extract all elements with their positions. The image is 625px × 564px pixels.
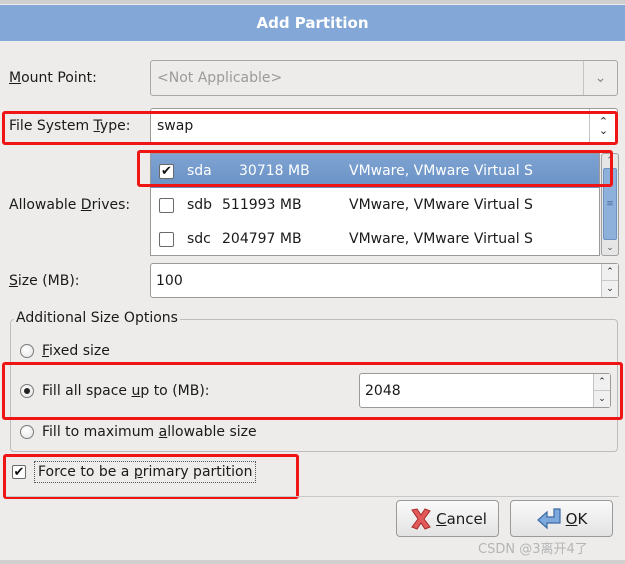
- fill-up-to-spinbox[interactable]: 2048 ⌃ ⌄: [359, 373, 611, 408]
- chevron-down-icon[interactable]: ⌄: [583, 61, 617, 95]
- label-text: ype:: [99, 118, 131, 134]
- label-text: ize (MB):: [17, 273, 80, 289]
- mount-point-combobox[interactable]: <Not Applicable> ⌄: [150, 60, 618, 96]
- dialog-title: Add Partition: [256, 14, 369, 32]
- scroll-down-icon[interactable]: ⌄: [602, 241, 618, 255]
- ok-button[interactable]: OK: [510, 500, 613, 537]
- drive-row[interactable]: sdb 511993 MB VMware, VMware Virtual S: [151, 188, 599, 222]
- drive-row[interactable]: ✔ sda 30718 MB VMware, VMware Virtual S: [151, 154, 599, 188]
- radio-label: Fill all space up to (MB):: [42, 383, 210, 399]
- mount-point-label: Mount Point:: [9, 70, 97, 86]
- size-spinbox[interactable]: 100 ⌃ ⌄: [150, 263, 619, 298]
- size-label: Size (MB):: [9, 273, 80, 289]
- button-separator: [6, 496, 619, 497]
- chevron-down-icon: ⌄: [598, 124, 609, 137]
- updown-chevron-icon[interactable]: ⌃ ⌄: [589, 109, 617, 143]
- mnemonic: F: [42, 343, 50, 359]
- size-value: 100: [156, 272, 183, 289]
- watermark: CSDN @3离开4了: [478, 542, 588, 557]
- increment-icon[interactable]: ⌃: [602, 264, 618, 280]
- increment-icon[interactable]: ⌃: [594, 374, 610, 390]
- label-text: ancel: [446, 509, 487, 528]
- radio-button[interactable]: [20, 425, 34, 439]
- radio-fixed-size[interactable]: Fixed size: [20, 343, 110, 359]
- drive-model: VMware, VMware Virtual S: [349, 163, 533, 179]
- dialog-title-bar: Add Partition: [0, 5, 625, 41]
- drive-model: VMware, VMware Virtual S: [349, 231, 533, 247]
- radio-button[interactable]: [20, 384, 34, 398]
- label-text: rives:: [91, 197, 131, 213]
- cancel-button[interactable]: Cancel: [396, 500, 499, 537]
- allowable-drives-label: Allowable Drives:: [9, 197, 130, 213]
- drive-size: 30718 MB: [239, 163, 310, 179]
- radio-fill-maximum[interactable]: Fill to maximum allowable size: [20, 424, 257, 440]
- mount-point-value: <Not Applicable>: [157, 70, 283, 86]
- mnemonic: M: [9, 70, 22, 86]
- window-top-edge: [0, 0, 625, 4]
- label-text: Allowable: [9, 197, 81, 213]
- label-text: llowable size: [167, 424, 257, 440]
- drive-checkbox[interactable]: [159, 197, 174, 213]
- force-primary-checkbox[interactable]: ✔: [12, 465, 26, 479]
- label-text: K: [577, 509, 588, 528]
- force-primary-checkbox-row[interactable]: ✔ Force to be a primary partition: [12, 461, 257, 483]
- label-text: Force to be a: [38, 464, 134, 480]
- label-text: Fill all space: [42, 383, 132, 399]
- file-system-type-value: swap: [157, 118, 194, 134]
- allowable-drives-list[interactable]: ✔ sda 30718 MB VMware, VMware Virtual S …: [150, 153, 600, 256]
- mnemonic: S: [9, 273, 18, 289]
- scroll-up-icon[interactable]: ⌃: [602, 154, 618, 168]
- mnemonic: D: [80, 197, 92, 213]
- check-icon: ✔: [161, 163, 172, 179]
- mnemonic: a: [158, 424, 168, 440]
- label-text: Fill to maximum: [42, 424, 159, 440]
- drive-checkbox[interactable]: ✔: [159, 163, 174, 179]
- file-system-type-combobox[interactable]: swap ⌃ ⌄: [150, 108, 618, 144]
- drive-device: sdb: [187, 197, 213, 213]
- drives-scrollbar[interactable]: ⌃ ≡ ⌄: [601, 153, 619, 256]
- red-x-icon: [408, 506, 434, 532]
- radio-label: Fixed size: [42, 343, 110, 359]
- force-primary-label: Force to be a primary partition: [34, 461, 257, 483]
- radio-button[interactable]: [20, 344, 34, 358]
- label-text: p to (MB):: [140, 383, 210, 399]
- decrement-icon[interactable]: ⌄: [602, 280, 618, 297]
- additional-size-options-title: Additional Size Options: [14, 310, 180, 326]
- label-text: ount Point:: [21, 70, 97, 86]
- drive-row[interactable]: sdc 204797 MB VMware, VMware Virtual S: [151, 222, 599, 255]
- drive-device: sdc: [187, 231, 211, 247]
- scrollbar-thumb[interactable]: ≡: [603, 168, 617, 240]
- grip-icon: ≡: [606, 199, 614, 209]
- drive-size: 511993 MB: [222, 197, 302, 213]
- decrement-icon[interactable]: ⌄: [594, 390, 610, 407]
- file-system-type-label: File System Type:: [9, 118, 130, 134]
- window-bottom-edge: [0, 560, 625, 564]
- radio-label: Fill to maximum allowable size: [42, 424, 257, 440]
- drive-device: sda: [187, 163, 212, 179]
- label-text: rimary partition: [142, 464, 253, 480]
- enter-arrow-icon: [536, 507, 564, 531]
- mnemonic: O: [565, 509, 578, 528]
- label-text: File System: [9, 118, 94, 134]
- mnemonic: C: [436, 509, 447, 528]
- check-icon: ✔: [13, 464, 25, 480]
- drive-size: 204797 MB: [222, 231, 302, 247]
- drive-model: VMware, VMware Virtual S: [349, 197, 533, 213]
- fill-up-to-value: 2048: [365, 382, 401, 399]
- drive-checkbox[interactable]: [159, 231, 174, 247]
- mnemonic: p: [133, 464, 143, 480]
- label-text: ixed size: [49, 343, 110, 359]
- radio-fill-up-to[interactable]: Fill all space up to (MB):: [20, 383, 210, 399]
